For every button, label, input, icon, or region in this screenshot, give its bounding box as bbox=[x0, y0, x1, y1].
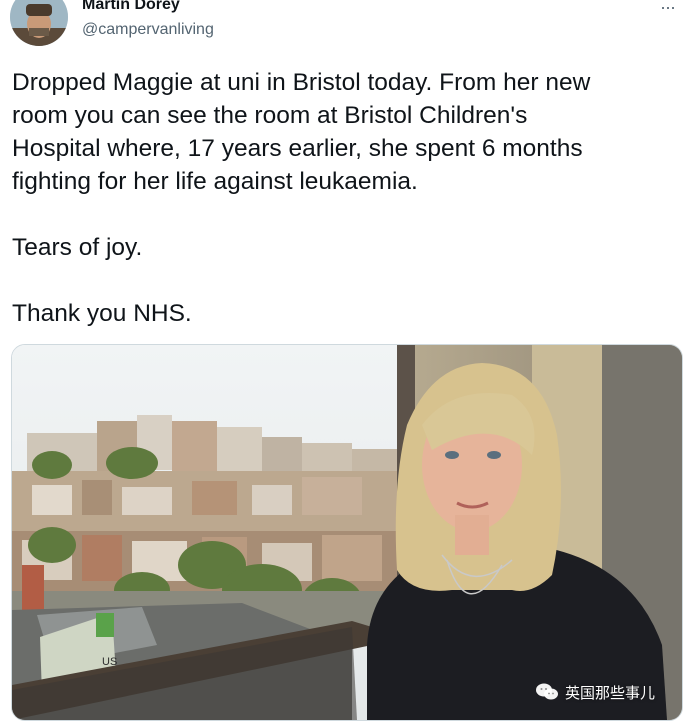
tweet-photo[interactable]: US bbox=[11, 344, 683, 721]
wechat-icon bbox=[536, 683, 558, 700]
watermark-text: 英国那些事儿 bbox=[565, 684, 656, 702]
tweet-text-tears: Tears of joy. bbox=[12, 234, 143, 261]
tweet-text: Dropped Maggie at uni in Bristol today. … bbox=[12, 66, 684, 330]
tweet-text-line: Hospital where, 17 years earlier, she sp… bbox=[12, 135, 583, 162]
author-avatar[interactable] bbox=[10, 0, 68, 46]
tweet-text-line: Dropped Maggie at uni in Bristol today. … bbox=[12, 69, 591, 96]
photo-illustration: US bbox=[12, 345, 682, 720]
tweet-text-line: room you can see the room at Bristol Chi… bbox=[12, 102, 528, 129]
author-name[interactable]: Martin Dorey bbox=[82, 0, 180, 15]
author-handle[interactable]: @campervanliving bbox=[82, 20, 214, 40]
red-building bbox=[22, 565, 44, 615]
tweet-text-line: fighting for her life against leukaemia. bbox=[12, 168, 418, 195]
sign-green-block bbox=[96, 613, 114, 637]
avatar-image bbox=[10, 0, 68, 46]
more-options-icon[interactable]: ... bbox=[652, 0, 684, 14]
tweet-text-thanks: Thank you NHS. bbox=[12, 300, 192, 327]
watermark: 英国那些事儿 bbox=[535, 680, 655, 704]
